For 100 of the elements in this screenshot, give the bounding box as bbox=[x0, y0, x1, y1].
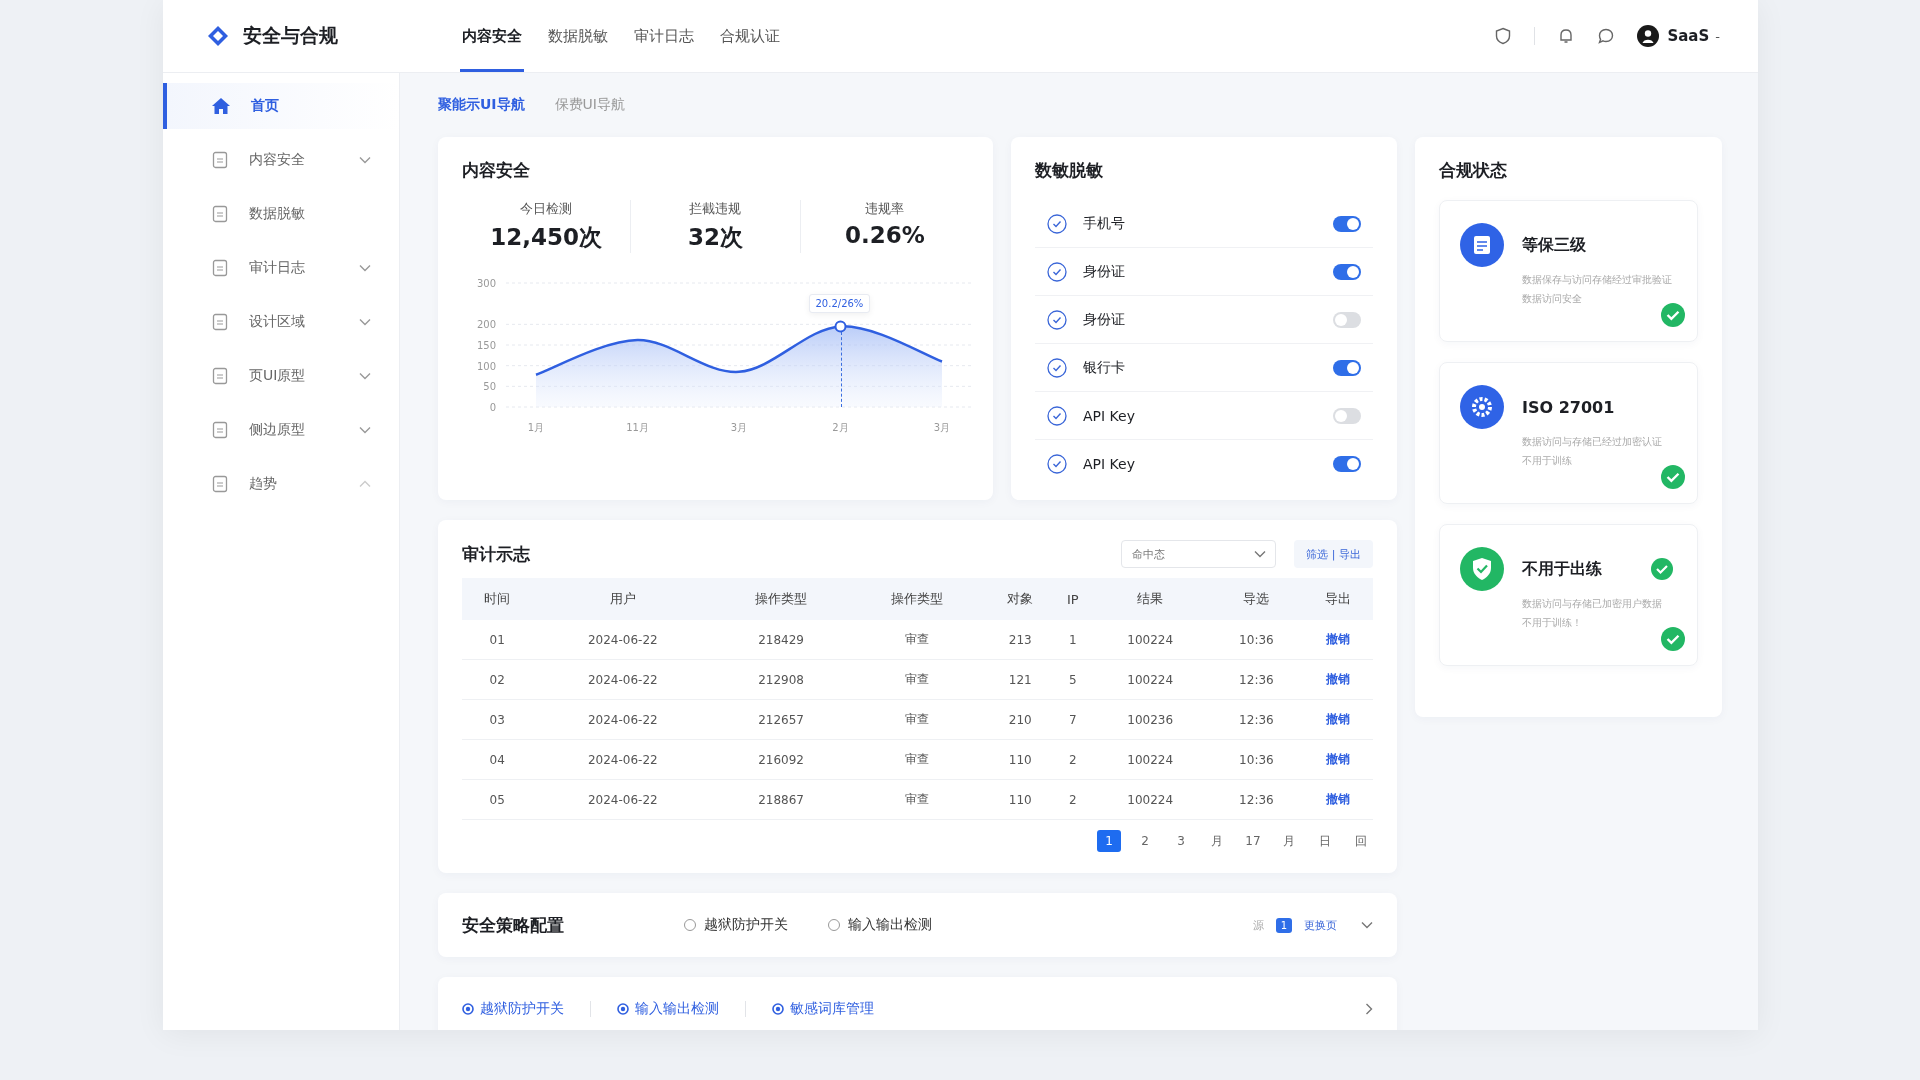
table-cell: 05 bbox=[489, 792, 505, 807]
status-select[interactable]: 命中态 bbox=[1121, 540, 1277, 568]
page-link[interactable]: 3 bbox=[1169, 830, 1193, 852]
document-icon bbox=[211, 475, 229, 493]
nav-tab[interactable]: 审计日志 bbox=[632, 0, 696, 72]
table-cell: 100224 bbox=[1127, 632, 1174, 647]
table-cell: 216092 bbox=[758, 752, 804, 767]
stat-label: 今日检测 bbox=[520, 200, 573, 218]
chevron-right-icon[interactable] bbox=[1365, 1003, 1373, 1015]
table-cell: 2024-06-22 bbox=[587, 792, 658, 807]
nav-tab[interactable]: 内容安全 bbox=[460, 0, 524, 72]
policy-radio[interactable]: 输入输出检测 bbox=[828, 916, 932, 934]
page-link[interactable]: 17 bbox=[1241, 830, 1265, 852]
toggle-switch[interactable] bbox=[1333, 359, 1361, 376]
more-link[interactable]: 更换页 bbox=[1304, 917, 1337, 933]
table-cell: 02 bbox=[489, 672, 505, 687]
table-cell: 审查 bbox=[905, 752, 930, 766]
table-cell: 100224 bbox=[1127, 672, 1174, 687]
toggle-switch[interactable] bbox=[1333, 407, 1361, 424]
table-cell: 12:36 bbox=[1239, 792, 1274, 807]
row-action-link[interactable]: 撤销 bbox=[1325, 752, 1350, 766]
toggle-switch[interactable] bbox=[1333, 263, 1361, 280]
document-icon bbox=[211, 151, 229, 169]
check-circle-icon bbox=[1047, 357, 1067, 378]
page-link[interactable]: 1 bbox=[1097, 830, 1121, 852]
page-link[interactable]: 月 bbox=[1205, 830, 1229, 852]
radio-dot-icon bbox=[772, 1003, 784, 1015]
nav-tab[interactable]: 数据脱敏 bbox=[546, 0, 610, 72]
column-header: 操作类型 bbox=[849, 578, 986, 620]
row-action-link[interactable]: 撤销 bbox=[1325, 672, 1350, 686]
page-link[interactable]: 日 bbox=[1313, 830, 1337, 852]
x-tick-label: 1月 bbox=[527, 422, 545, 433]
row-action-link[interactable]: 撤销 bbox=[1325, 792, 1350, 806]
masking-label: 银行卡 bbox=[1083, 358, 1126, 377]
shield-icon[interactable] bbox=[1494, 27, 1513, 45]
column-header: 操作类型 bbox=[713, 578, 850, 620]
sub-tab[interactable]: 聚能示UI导航 bbox=[438, 96, 525, 114]
card-title: 内容安全 bbox=[462, 159, 531, 182]
table-cell: 2 bbox=[1068, 752, 1077, 767]
chevron-down-icon[interactable] bbox=[1361, 921, 1373, 929]
user-caret[interactable]: - bbox=[1715, 28, 1720, 44]
table-cell: 04 bbox=[489, 752, 505, 767]
compliance-description: 不用于训练！ bbox=[1522, 616, 1583, 630]
stat-label: 违规率 bbox=[865, 200, 905, 218]
sidebar-item[interactable]: 内容安全 bbox=[163, 137, 399, 183]
table-cell: 100224 bbox=[1127, 792, 1174, 807]
column-header: 时间 bbox=[462, 578, 533, 620]
masking-label: 身份证 bbox=[1083, 310, 1126, 329]
sidebar-item[interactable]: 数据脱敏 bbox=[163, 191, 399, 237]
quick-link[interactable]: 输入输出检测 bbox=[617, 1000, 719, 1018]
table-cell: 10:36 bbox=[1239, 632, 1274, 647]
shield-badge-icon bbox=[1460, 547, 1504, 591]
x-tick-label: 11月 bbox=[626, 422, 649, 433]
table-cell: 218867 bbox=[758, 792, 804, 807]
user-name[interactable]: SaaS bbox=[1667, 27, 1710, 45]
page-link[interactable]: 月 bbox=[1277, 830, 1301, 852]
quick-link[interactable]: 敏感词库管理 bbox=[772, 1000, 874, 1018]
table-cell: 212908 bbox=[758, 672, 804, 687]
stat-value: 32次 bbox=[688, 223, 743, 252]
table-cell: 审查 bbox=[905, 712, 930, 726]
sidebar-item[interactable]: 设计区域 bbox=[163, 299, 399, 345]
sidebar-item[interactable]: 趋势 bbox=[163, 461, 399, 507]
table-cell: 审查 bbox=[905, 632, 930, 646]
policy-radio[interactable]: 越狱防护开关 bbox=[684, 916, 788, 934]
page-link[interactable]: 回 bbox=[1349, 830, 1373, 852]
toggle-switch[interactable] bbox=[1333, 455, 1361, 472]
compliance-description: 不用于训练 bbox=[1522, 454, 1573, 468]
toggle-switch[interactable] bbox=[1333, 311, 1361, 328]
row-action-link[interactable]: 撤销 bbox=[1325, 712, 1350, 726]
row-action-link[interactable]: 撤销 bbox=[1325, 632, 1350, 646]
filter-export-button[interactable]: 筛选 | 导出 bbox=[1294, 540, 1373, 568]
compliance-title: ISO 27001 bbox=[1522, 397, 1616, 417]
brand-name: 安全与合规 bbox=[243, 23, 338, 48]
check-circle-icon bbox=[1047, 405, 1067, 426]
x-tick-label: 2月 bbox=[832, 422, 849, 433]
sidebar-item[interactable]: 审计日志 bbox=[163, 245, 399, 291]
table-cell: 210 bbox=[1008, 712, 1032, 727]
quick-link[interactable]: 越狱防护开关 bbox=[462, 1000, 564, 1018]
avatar-icon[interactable] bbox=[1637, 25, 1660, 47]
masking-label: API Key bbox=[1083, 407, 1136, 424]
toggle-switch[interactable] bbox=[1333, 215, 1361, 232]
chevron-down-icon bbox=[1254, 550, 1267, 558]
y-tick-label: 150 bbox=[476, 340, 496, 351]
stat-value: 12,450次 bbox=[490, 223, 603, 252]
table-cell: 5 bbox=[1068, 672, 1077, 687]
card-title: 数敏脱敏 bbox=[1035, 159, 1104, 182]
sidebar-item[interactable]: 侧边原型 bbox=[163, 407, 399, 453]
page-link[interactable]: 2 bbox=[1133, 830, 1157, 852]
radio-dot-icon bbox=[617, 1003, 629, 1015]
nav-tab[interactable]: 合规认证 bbox=[718, 0, 782, 72]
column-header: 导出 bbox=[1302, 578, 1373, 620]
table-cell: 110 bbox=[1008, 792, 1032, 807]
source-label: 源 bbox=[1252, 917, 1264, 933]
chat-icon[interactable] bbox=[1597, 27, 1616, 45]
document-icon bbox=[211, 367, 229, 385]
table-cell: 100236 bbox=[1127, 712, 1174, 727]
y-tick-label: 100 bbox=[476, 360, 496, 372]
column-header: 对象 bbox=[985, 578, 1056, 620]
sidebar-item[interactable]: 页UI原型 bbox=[163, 353, 399, 399]
table-cell: 2024-06-22 bbox=[587, 632, 658, 647]
